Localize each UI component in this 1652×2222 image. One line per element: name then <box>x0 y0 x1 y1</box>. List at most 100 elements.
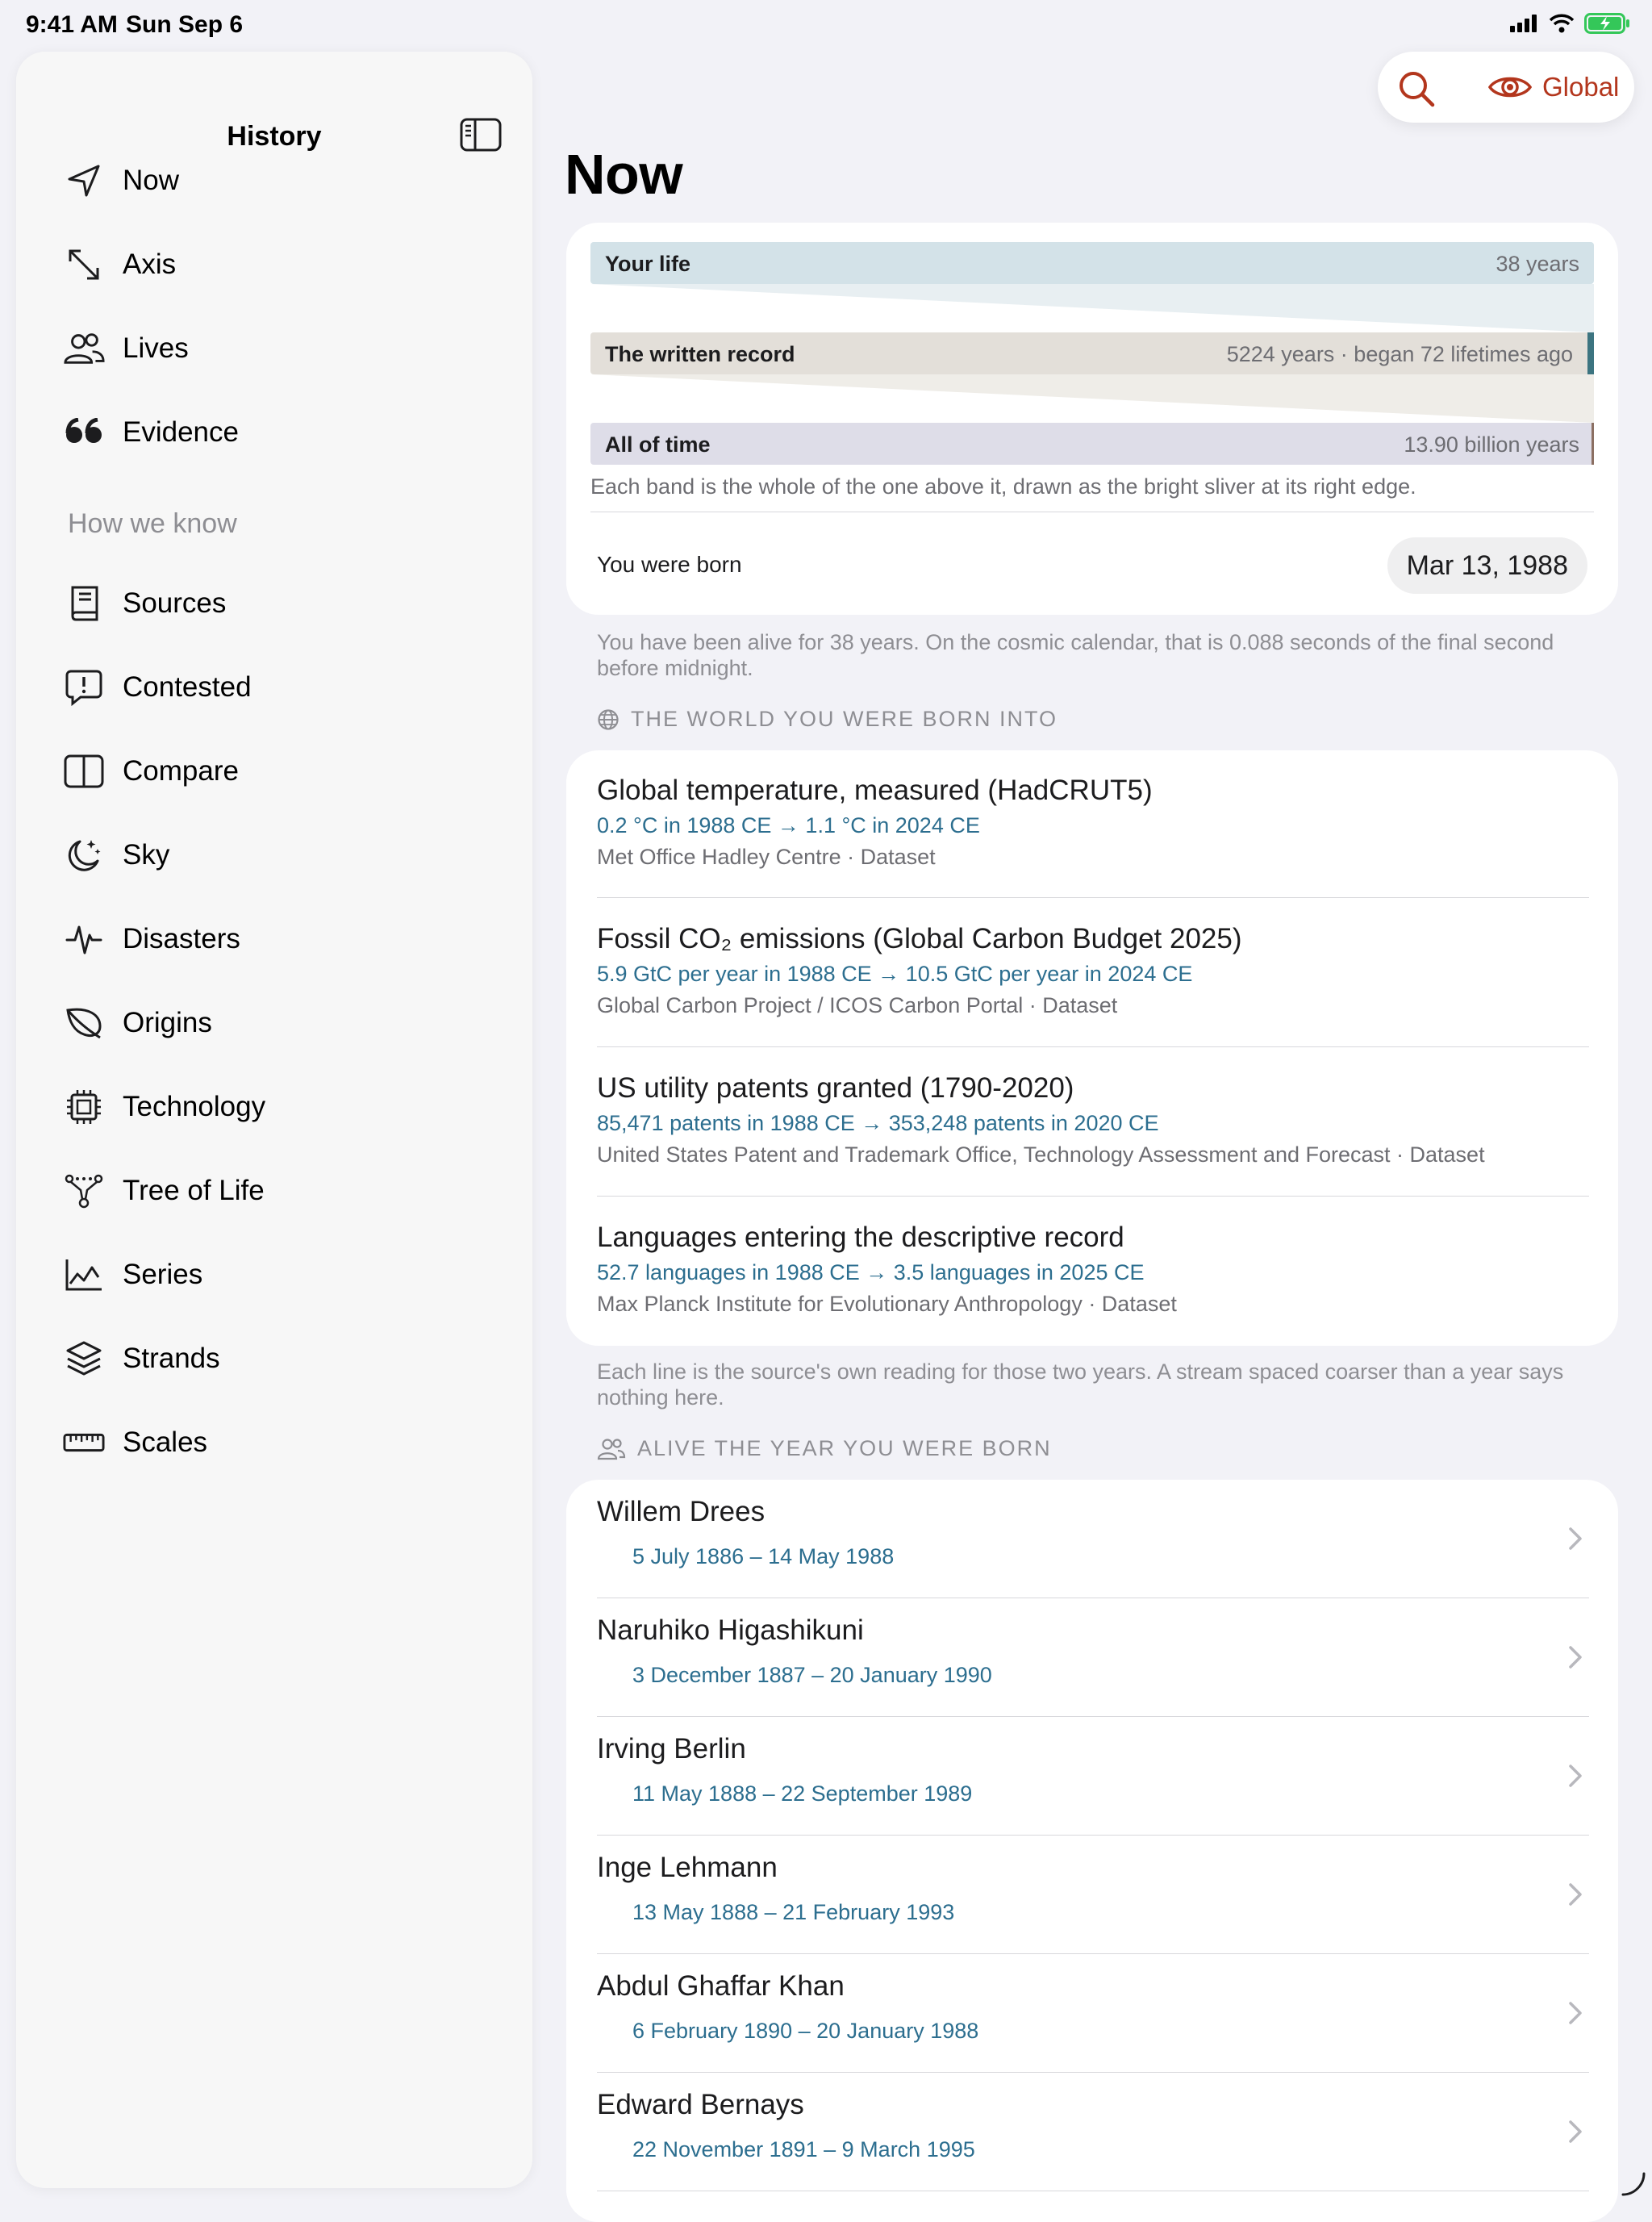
sidebar-item-series[interactable]: Series <box>63 1243 515 1307</box>
sidebar-item-label: Strands <box>123 1343 220 1374</box>
person-row[interactable]: Inge Lehmann 13 May 1888 – 21 February 1… <box>597 1836 1589 1953</box>
sidebar-item-label: Tree of Life <box>123 1175 265 1206</box>
person-name: Willem Drees <box>597 1496 766 1527</box>
person-row[interactable]: Irving Berlin 11 May 1888 – 22 September… <box>597 1717 1589 1835</box>
chevron-right-icon <box>1568 1764 1583 1788</box>
search-button[interactable] <box>1395 68 1437 110</box>
sidebar-item-compare[interactable]: Compare <box>63 739 515 804</box>
section-label: THE WORLD YOU WERE BORN INTO <box>631 707 1058 731</box>
search-icon <box>1395 68 1437 110</box>
band-all-of-time: All of time 13.90 billion years <box>590 423 1594 465</box>
cpu-icon <box>63 1086 105 1128</box>
scope-label: Global <box>1542 72 1620 102</box>
sidebar-item-sky[interactable]: Sky <box>63 823 515 888</box>
dataset-title: US utility patents granted (1790-2020) <box>597 1072 1074 1104</box>
sidebar-item-axis[interactable]: Axis <box>63 232 515 297</box>
ruler-icon <box>63 1422 105 1464</box>
cellular-signal-icon <box>1510 15 1539 32</box>
person-row[interactable]: Willem Drees 5 July 1886 – 14 May 1988 <box>597 1480 1589 1598</box>
sidebar-section-label: How we know <box>68 508 237 539</box>
speech-exclamation-icon <box>63 666 105 708</box>
person-name: Naruhiko Higashikuni <box>597 1614 864 1646</box>
divider <box>597 897 1589 898</box>
person-dates: 11 May 1888 – 22 September 1989 <box>632 1781 973 1806</box>
book-icon <box>63 583 105 624</box>
sidebar-item-label: Evidence <box>123 416 239 448</box>
page-title: Now <box>565 143 683 206</box>
band-sliver <box>1592 423 1594 465</box>
person-name: Abdul Ghaffar Khan <box>597 1970 845 2002</box>
person-name: Edward Bernays <box>597 2089 804 2120</box>
sidebar-item-label: Contested <box>123 671 252 703</box>
dataset-row[interactable]: US utility patents granted (1790-2020) 8… <box>597 1072 1589 1167</box>
band-written-record: The written record 5224 years · began 72… <box>590 332 1594 374</box>
sidebar-item-label: Series <box>123 1259 203 1290</box>
line-chart-icon <box>63 1254 105 1296</box>
leaf-icon <box>63 1002 105 1044</box>
people-icon <box>63 328 105 370</box>
chevron-right-icon <box>1568 1882 1583 1907</box>
dataset-title: Global temperature, measured (HadCRUT5) <box>597 775 1153 806</box>
section-label: ALIVE THE YEAR YOU WERE BORN <box>637 1436 1052 1460</box>
sidebar-item-label: Sky <box>123 839 170 871</box>
birth-date-picker[interactable]: Mar 13, 1988 <box>1387 537 1587 594</box>
timeline-card: Your life 38 years The written record 52… <box>566 223 1618 615</box>
dataset-row[interactable]: Languages entering the descriptive recor… <box>597 1222 1589 1317</box>
sidebar-item-now[interactable]: Now <box>63 148 515 213</box>
chevron-right-icon <box>1568 1527 1583 1551</box>
sidebar-item-strands[interactable]: Strands <box>63 1326 515 1391</box>
resize-handle-icon[interactable] <box>1620 2170 1647 2198</box>
status-time: 9:41 AM <box>26 11 118 38</box>
band-your-life: Your life 38 years <box>590 242 1594 284</box>
sidebar-item-label: Now <box>123 165 180 196</box>
dataset-source: United States Patent and Trademark Offic… <box>597 1142 1485 1167</box>
band-label: The written record <box>605 342 795 366</box>
sidebar-item-contested[interactable]: Contested <box>63 655 515 720</box>
person-dates: 22 November 1891 – 9 March 1995 <box>632 2137 975 2161</box>
band-label: Your life <box>605 252 691 276</box>
sidebar-item-tree-of-life[interactable]: Tree of Life <box>63 1159 515 1223</box>
alive-section-heading: ALIVE THE YEAR YOU WERE BORN <box>597 1436 1052 1461</box>
band-sliver <box>1587 332 1594 374</box>
location-arrow-icon <box>63 160 105 202</box>
dataset-values: 0.2 °C in 1988 CE → 1.1 °C in 2024 CE <box>597 813 980 837</box>
divider <box>597 1046 1589 1047</box>
sidebar-item-scales[interactable]: Scales <box>63 1410 515 1475</box>
band-value: 38 years <box>1496 252 1579 276</box>
sidebar-item-disasters[interactable]: Disasters <box>63 907 515 971</box>
person-row[interactable]: Abdul Ghaffar Khan 6 February 1890 – 20 … <box>597 1954 1589 2072</box>
quote-icon <box>63 411 105 453</box>
tree-nodes-icon <box>63 1170 105 1212</box>
chevron-right-icon <box>1568 2120 1583 2144</box>
person-row[interactable]: Edward Bernays 22 November 1891 – 9 Marc… <box>597 2073 1589 2191</box>
sidebar-item-label: Sources <box>123 587 227 619</box>
dataset-row[interactable]: Fossil CO₂ emissions (Global Carbon Budg… <box>597 923 1589 1018</box>
sidebar-item-label: Lives <box>123 332 189 364</box>
sidebar-item-evidence[interactable]: Evidence <box>63 400 515 465</box>
sidebar-item-lives[interactable]: Lives <box>63 316 515 381</box>
sidebar-item-origins[interactable]: Origins <box>63 991 515 1055</box>
dataset-values: 52.7 languages in 1988 CE → 3.5 language… <box>597 1260 1145 1284</box>
eye-icon <box>1487 71 1533 103</box>
dataset-values: 5.9 GtC per year in 1988 CE → 10.5 GtC p… <box>597 962 1193 986</box>
sidebar-item-technology[interactable]: Technology <box>63 1075 515 1139</box>
scope-global-button[interactable]: Global <box>1487 66 1619 108</box>
sidebar-item-sources[interactable]: Sources <box>63 571 515 636</box>
band-value: 13.90 billion years <box>1404 432 1579 457</box>
sidebar-item-label: Scales <box>123 1426 208 1458</box>
alive-caption: You have been alive for 38 years. On the… <box>597 630 1554 680</box>
wifi-icon <box>1549 14 1575 33</box>
status-date: Sun Sep 6 <box>126 11 244 38</box>
dataset-row[interactable]: Global temperature, measured (HadCRUT5) … <box>597 775 1589 870</box>
sidebar-item-label: Disasters <box>123 923 240 954</box>
status-icons <box>1510 13 1631 34</box>
person-name: Irving Berlin <box>597 1733 746 1765</box>
person-row[interactable]: Naruhiko Higashikuni 3 December 1887 – 2… <box>597 1598 1589 1716</box>
sidebar-item-label: Technology <box>123 1091 266 1122</box>
world-section-heading: THE WORLD YOU WERE BORN INTO <box>597 707 1058 732</box>
layers-icon <box>63 1338 105 1380</box>
divider <box>597 1196 1589 1197</box>
sidebar-item-label: Axis <box>123 249 177 280</box>
dataset-source: Max Planck Institute for Evolutionary An… <box>597 1292 1177 1316</box>
sidebar-toggle-button[interactable] <box>460 118 502 152</box>
